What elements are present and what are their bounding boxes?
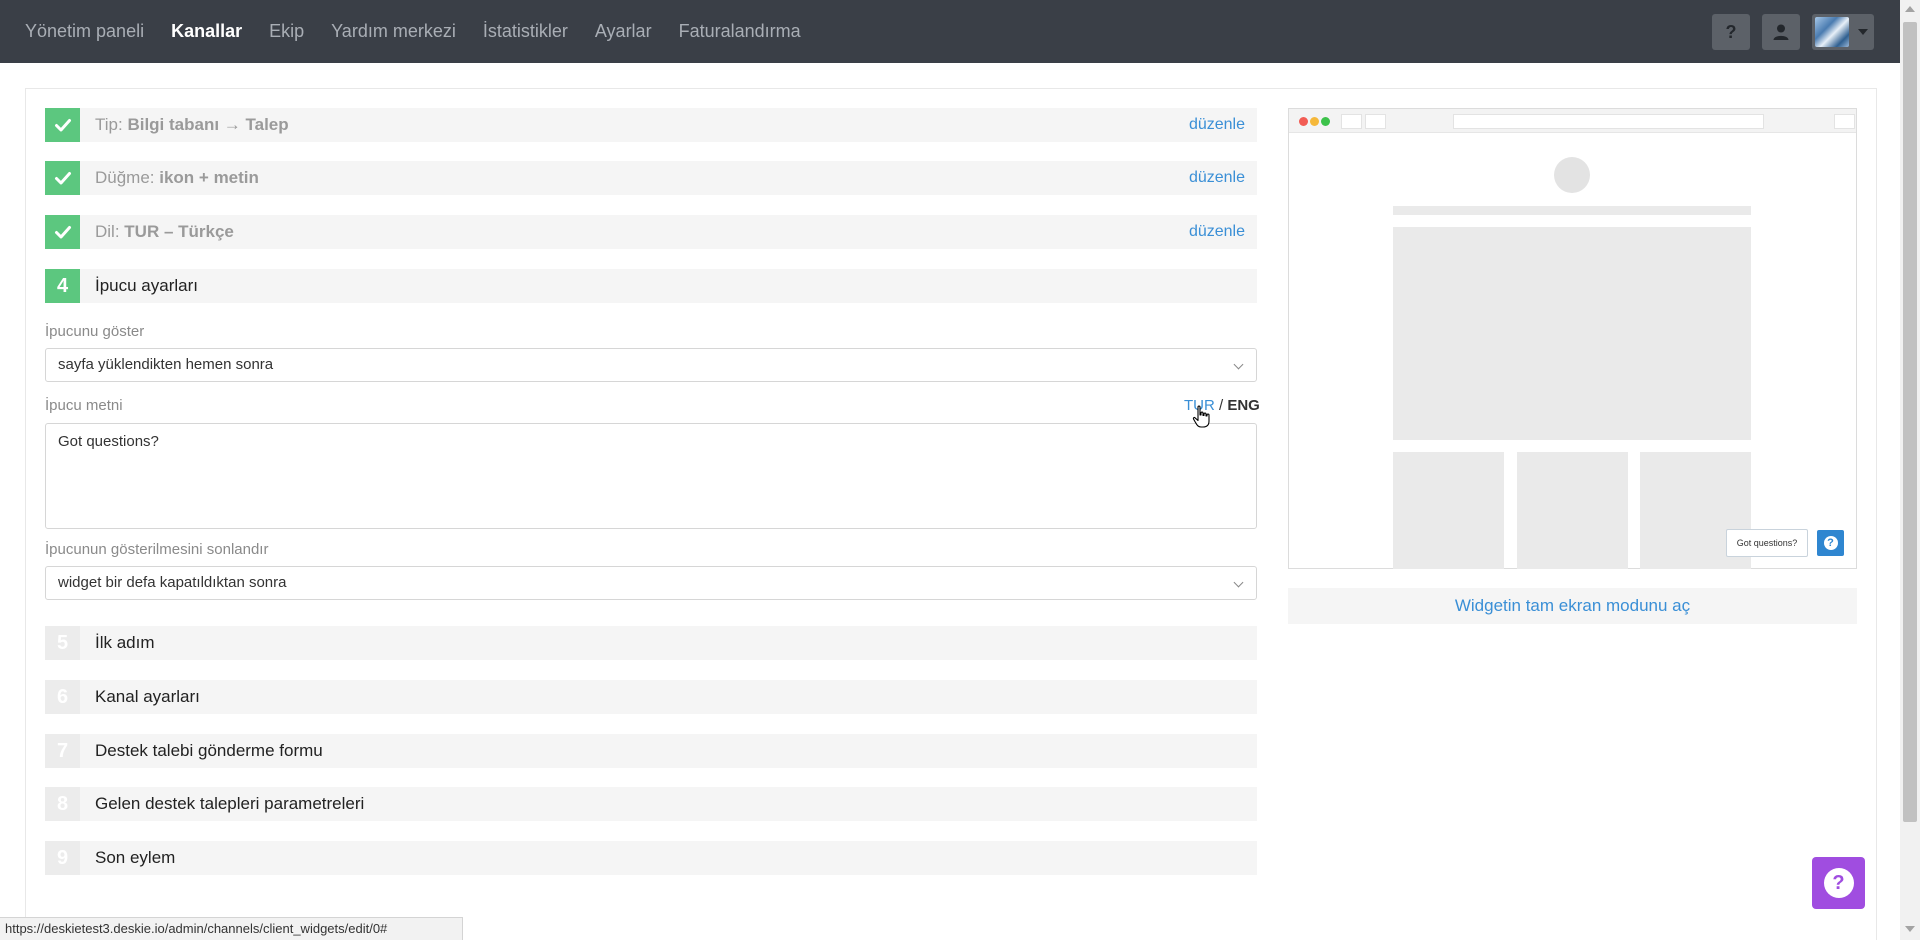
lang-separator: / (1214, 397, 1228, 414)
preview-line-placeholder (1393, 206, 1751, 215)
top-navbar: Yönetim paneli Kanallar Ekip Yardım merk… (0, 0, 1900, 63)
hint-text-textarea[interactable]: Got questions? (45, 423, 1257, 529)
question-icon: ? (1823, 868, 1854, 898)
question-icon: ? (1823, 536, 1838, 550)
preview-card-placeholder (1517, 452, 1628, 569)
browser-status-url: https://deskietest3.deskie.io/admin/chan… (0, 917, 463, 940)
browser-dot-red (1299, 117, 1308, 126)
open-fullscreen-button[interactable]: Widgetin tam ekran modunu aç (1288, 588, 1857, 624)
nav-item-billing[interactable]: Faturalandırma (679, 21, 801, 42)
preview-hint-tooltip: Got questions? (1726, 529, 1808, 557)
show-hint-select[interactable]: sayfa yüklendikten hemen sonra (45, 348, 1257, 382)
check-icon (54, 172, 71, 185)
step-ticket-form[interactable]: 7 Destek talebi gönderme formu (45, 734, 1257, 768)
profile-button[interactable] (1762, 14, 1800, 50)
end-hint-label: İpucunun gösterilmesini sonlandır (45, 541, 269, 558)
help-button[interactable]: ? (1712, 14, 1750, 50)
step-label: Tip: Bilgi tabanı → Talep (95, 115, 289, 134)
step-number-badge: 7 (45, 734, 80, 768)
step-first-step[interactable]: 5 İlk adım (45, 626, 1257, 660)
nav-item-team[interactable]: Ekip (269, 21, 304, 42)
step-number-badge: 6 (45, 680, 80, 714)
hand-cursor-icon (1192, 405, 1210, 428)
nav-item-channels[interactable]: Kanallar (171, 21, 242, 42)
avatar (1815, 17, 1849, 47)
account-menu-button[interactable] (1812, 14, 1874, 50)
step-number-badge: 4 (45, 269, 80, 303)
step-done-badge (45, 161, 80, 195)
edit-button-link[interactable]: düzenle (1189, 161, 1245, 195)
lang-eng-link[interactable]: ENG (1227, 397, 1260, 414)
step-type: Tip: Bilgi tabanı → Talep düzenle (45, 108, 1257, 142)
chevron-down-icon (1233, 577, 1244, 588)
preview-help-button: ? (1817, 530, 1844, 556)
user-icon (1773, 24, 1789, 40)
chevron-down-icon (1233, 359, 1244, 370)
end-hint-select[interactable]: widget bir defa kapatıldıktan sonra (45, 566, 1257, 600)
check-icon (54, 119, 71, 132)
step-number-badge: 8 (45, 787, 80, 821)
edit-type-link[interactable]: düzenle (1189, 108, 1245, 142)
question-icon: ? (1725, 21, 1737, 42)
step-incoming-params[interactable]: 8 Gelen destek talepleri parametreleri (45, 787, 1257, 821)
preview-browser-bar (1289, 109, 1856, 133)
show-hint-value: sayfa yüklendikten hemen sonra (58, 356, 274, 373)
preview-hero-placeholder (1393, 227, 1751, 440)
check-icon (54, 226, 71, 239)
step-label: Düğme: ikon + metin (95, 168, 259, 187)
step-label: Kanal ayarları (95, 687, 200, 706)
end-hint-value: widget bir defa kapatıldıktan sonra (58, 574, 287, 591)
browser-tab (1341, 114, 1362, 129)
step-label: Son eylem (95, 848, 176, 867)
browser-dot-yellow (1310, 117, 1319, 126)
nav-item-help-center[interactable]: Yardım merkezi (331, 21, 456, 42)
step-label: Destek talebi gönderme formu (95, 741, 323, 760)
browser-tab (1834, 114, 1855, 129)
step-done-badge (45, 215, 80, 249)
chevron-down-icon (1858, 29, 1868, 35)
step-done-badge (45, 108, 80, 142)
browser-tab (1365, 114, 1386, 129)
step-hint-settings[interactable]: 4 İpucu ayarları (45, 269, 1257, 303)
scroll-down-arrow-icon[interactable] (1905, 926, 1915, 932)
main-nav: Yönetim paneli Kanallar Ekip Yardım merk… (25, 0, 828, 63)
preview-avatar-placeholder (1554, 157, 1590, 193)
step-label: İpucu ayarları (95, 276, 198, 295)
preview-card-placeholder (1393, 452, 1504, 569)
scrollbar-thumb[interactable] (1903, 22, 1917, 822)
nav-item-dashboard[interactable]: Yönetim paneli (25, 21, 144, 42)
step-label: İlk adım (95, 633, 155, 652)
step-final-action[interactable]: 9 Son eylem (45, 841, 1257, 875)
show-hint-label: İpucunu göster (45, 323, 145, 340)
step-label: Gelen destek talepleri parametreleri (95, 794, 365, 813)
step-number-badge: 9 (45, 841, 80, 875)
nav-item-statistics[interactable]: İstatistikler (483, 21, 568, 42)
step-language: Dil: TUR – Türkçe düzenle (45, 215, 1257, 249)
widget-preview: Got questions? ? (1288, 108, 1857, 569)
hint-text-label: İpucu metni (45, 397, 123, 414)
step-number-badge: 5 (45, 626, 80, 660)
browser-address-bar (1453, 114, 1764, 129)
step-label: Dil: TUR – Türkçe (95, 222, 234, 241)
nav-item-settings[interactable]: Ayarlar (595, 21, 652, 42)
scroll-up-arrow-icon[interactable] (1905, 6, 1915, 12)
floating-help-button[interactable]: ? (1812, 857, 1865, 909)
step-channel-settings[interactable]: 6 Kanal ayarları (45, 680, 1257, 714)
step-button: Düğme: ikon + metin düzenle (45, 161, 1257, 195)
edit-language-link[interactable]: düzenle (1189, 215, 1245, 249)
browser-dot-green (1321, 117, 1330, 126)
